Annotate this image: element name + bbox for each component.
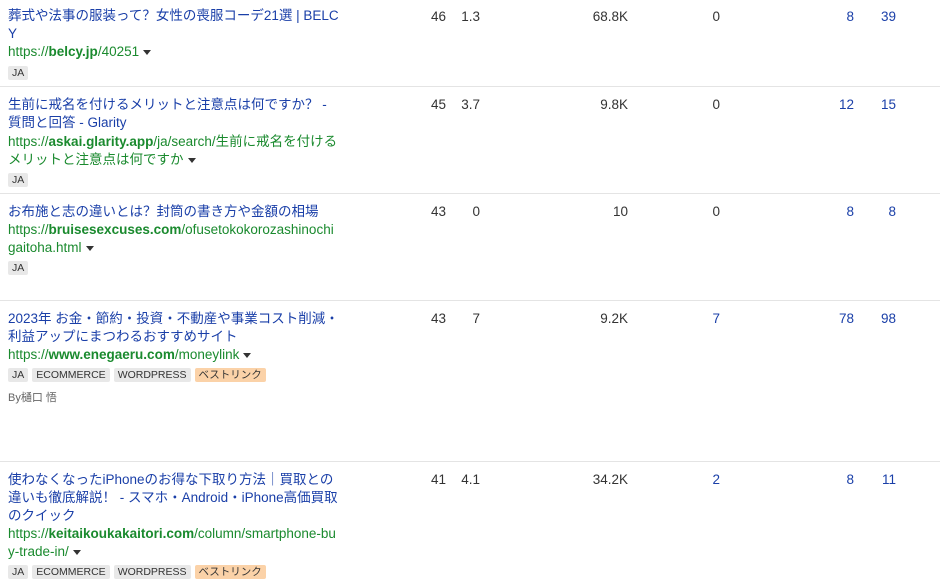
platform-tag: ECOMMERCE <box>32 368 110 382</box>
traffic-value: 68.8K <box>592 9 628 24</box>
backlinks-link[interactable]: 11 <box>854 471 896 489</box>
page-title-link[interactable]: お布施と志の違いとは？封筒の書き方や金額の相場 <box>8 203 340 221</box>
dropdown-caret-icon[interactable] <box>72 549 81 555</box>
page-url-link[interactable]: https://www.enegaeru.com/moneylink <box>8 346 340 364</box>
tag-list: JA ECOMMERCE WORDPRESS ベストリンク <box>8 368 266 382</box>
url-rating: 0 <box>472 204 480 219</box>
platform-tag: WORDPRESS <box>113 565 191 579</box>
url-rating: 7 <box>472 311 480 326</box>
dropdown-caret-icon[interactable] <box>243 352 252 358</box>
referring-domains-link[interactable]: 12 <box>780 96 854 114</box>
keywords-value: 0 <box>712 9 720 24</box>
platform-tag: WORDPRESS <box>113 368 191 382</box>
domain-rating: 45 <box>430 97 446 112</box>
tag-list: JA ECOMMERCE WORDPRESS ベストリンク <box>8 565 266 579</box>
traffic-value: 10 <box>612 204 628 219</box>
tag-list: JA <box>8 261 29 275</box>
dropdown-caret-icon[interactable] <box>85 245 94 251</box>
best-link-tag: ベストリンク <box>194 565 266 579</box>
table-row: 2023年 お金・節約・投資・不動産や事業コスト削減・利益アップにまつわるおすす… <box>0 301 940 462</box>
referring-domains-link[interactable]: 8 <box>780 203 854 221</box>
domain-rating: 43 <box>430 311 446 326</box>
traffic-value: 9.8K <box>600 97 628 112</box>
dropdown-caret-icon[interactable] <box>143 49 152 55</box>
language-tag: JA <box>8 565 29 579</box>
domain-rating: 43 <box>430 204 446 219</box>
backlinks-link[interactable]: 8 <box>854 203 896 221</box>
page-title-link[interactable]: 葬式や法事の服装って？女性の喪服コーデ21選 | BELCY <box>8 7 340 43</box>
table-row: 葬式や法事の服装って？女性の喪服コーデ21選 | BELCY https://b… <box>0 0 940 87</box>
table-row: 生前に戒名を付けるメリットと注意点は何ですか？ - 質問と回答 - Glarit… <box>0 87 940 194</box>
url-rating: 3.7 <box>461 97 480 112</box>
language-tag: JA <box>8 173 29 187</box>
keywords-value: 0 <box>712 97 720 112</box>
url-rating: 1.3 <box>461 9 480 24</box>
page-url-link[interactable]: https://askai.glarity.app/ja/search/生前に戒… <box>8 133 340 169</box>
platform-tag: ECOMMERCE <box>32 565 110 579</box>
keywords-link[interactable]: 7 <box>660 310 720 328</box>
domain-rating: 41 <box>430 472 446 487</box>
language-tag: JA <box>8 261 29 275</box>
tag-list: JA <box>8 66 29 80</box>
table-row: お布施と志の違いとは？封筒の書き方や金額の相場 https://bruisese… <box>0 194 940 301</box>
domain-rating: 46 <box>430 9 446 24</box>
traffic-value: 34.2K <box>592 472 628 487</box>
page-url-link[interactable]: https://belcy.jp/40251 <box>8 43 340 61</box>
url-rating: 4.1 <box>461 472 480 487</box>
page-title-link[interactable]: 使わなくなったiPhoneのお得な下取り方法｜買取との違いも徹底解説！ - スマ… <box>8 471 340 525</box>
page-url-link[interactable]: https://bruisesexcuses.com/ofusetokokoro… <box>8 221 340 257</box>
backlinks-link[interactable]: 98 <box>854 310 896 328</box>
referring-domains-link[interactable]: 78 <box>780 310 854 328</box>
keywords-value: 0 <box>712 204 720 219</box>
backlinks-table: 葬式や法事の服装って？女性の喪服コーデ21選 | BELCY https://b… <box>0 0 940 582</box>
language-tag: JA <box>8 368 29 382</box>
keywords-link[interactable]: 2 <box>660 471 720 489</box>
page-title-link[interactable]: 生前に戒名を付けるメリットと注意点は何ですか？ - 質問と回答 - Glarit… <box>8 96 340 132</box>
best-link-tag: ベストリンク <box>194 368 266 382</box>
backlinks-link[interactable]: 15 <box>854 96 896 114</box>
referring-domains-link[interactable]: 8 <box>780 471 854 489</box>
tag-list: JA <box>8 173 29 187</box>
referring-domains-link[interactable]: 8 <box>780 8 854 26</box>
dropdown-caret-icon[interactable] <box>187 157 196 163</box>
author-label: By樋口 悟 <box>8 392 57 404</box>
backlinks-link[interactable]: 39 <box>854 8 896 26</box>
page-title-link[interactable]: 2023年 お金・節約・投資・不動産や事業コスト削減・利益アップにまつわるおすす… <box>8 310 340 346</box>
page-url-link[interactable]: https://keitaikoukakaitori.com/column/sm… <box>8 525 340 561</box>
traffic-value: 9.2K <box>600 311 628 326</box>
language-tag: JA <box>8 66 29 80</box>
table-row: 使わなくなったiPhoneのお得な下取り方法｜買取との違いも徹底解説！ - スマ… <box>0 462 940 584</box>
